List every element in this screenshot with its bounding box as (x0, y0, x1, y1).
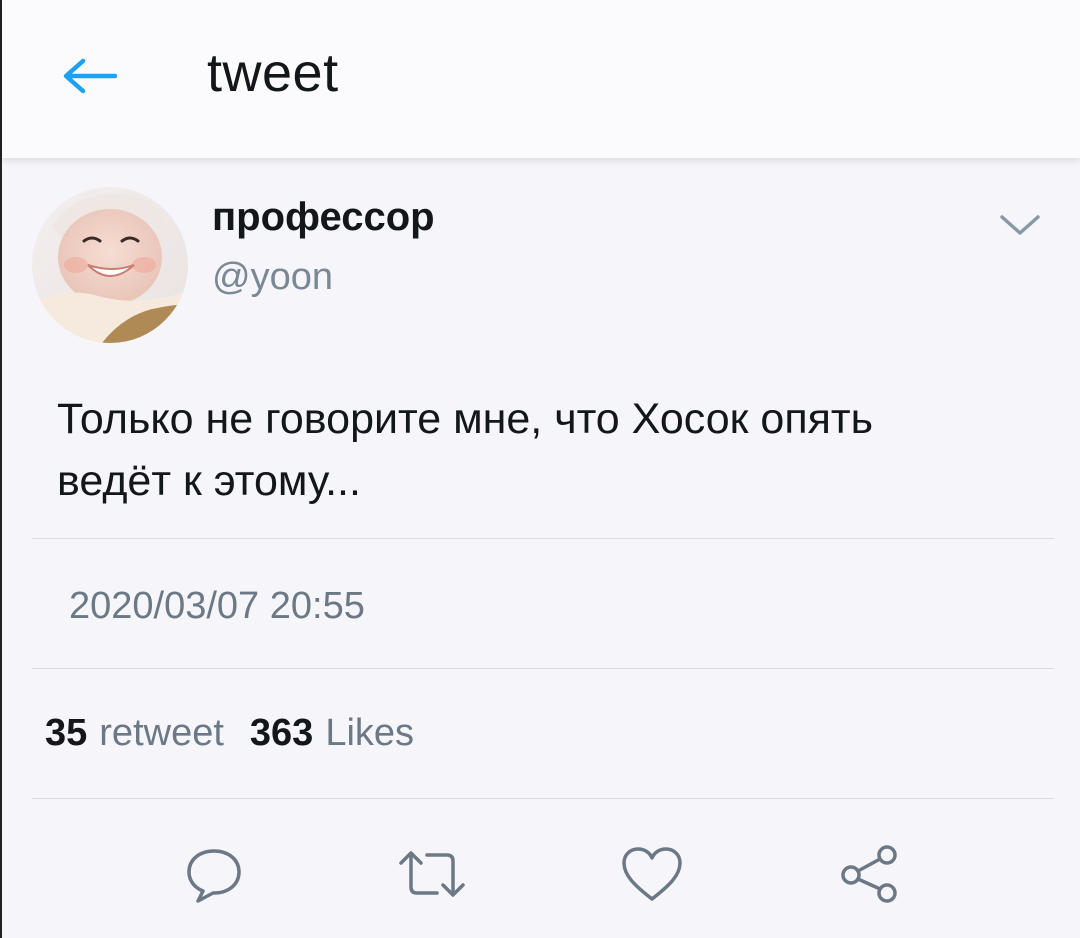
avatar[interactable] (32, 187, 188, 343)
divider (32, 668, 1054, 669)
author-name[interactable]: профессор (212, 195, 435, 240)
tweet-timestamp: 2020/03/07 20:55 (69, 585, 365, 627)
likes-label[interactable]: Likes (325, 712, 414, 755)
author-handle[interactable]: @yoon (212, 256, 333, 299)
reply-button[interactable] (178, 838, 250, 910)
tweet-text-line: ведёт к этому... (57, 457, 361, 505)
avatar-image (32, 187, 188, 343)
divider (32, 538, 1054, 539)
share-button[interactable] (834, 838, 906, 910)
retweet-label[interactable]: retweet (99, 712, 224, 755)
page-title: tweet (207, 43, 339, 103)
heart-icon (622, 847, 682, 901)
tweet-text: Только не говорите мне, что Хосок опять … (57, 388, 1037, 512)
arrow-left-icon (63, 58, 117, 94)
tweet-menu-button[interactable] (992, 205, 1048, 245)
tweet-text-line: Только не говорите мне, что Хосок опять (57, 395, 874, 443)
retweet-count[interactable]: 35 (45, 712, 87, 755)
reply-icon (187, 849, 241, 903)
retweet-icon (399, 851, 465, 897)
share-icon (841, 845, 897, 903)
top-app-bar: tweet (2, 0, 1080, 158)
retweet-button[interactable] (396, 838, 468, 910)
chevron-down-icon (1000, 215, 1040, 235)
tweet-stats: 35 retweet 363 Likes (45, 712, 414, 755)
tweet-screen: tweet профессор @yoon Только не говорите… (0, 0, 1080, 938)
like-button[interactable] (616, 838, 688, 910)
divider (32, 798, 1054, 799)
back-button[interactable] (54, 44, 124, 108)
likes-count[interactable]: 363 (250, 712, 313, 755)
